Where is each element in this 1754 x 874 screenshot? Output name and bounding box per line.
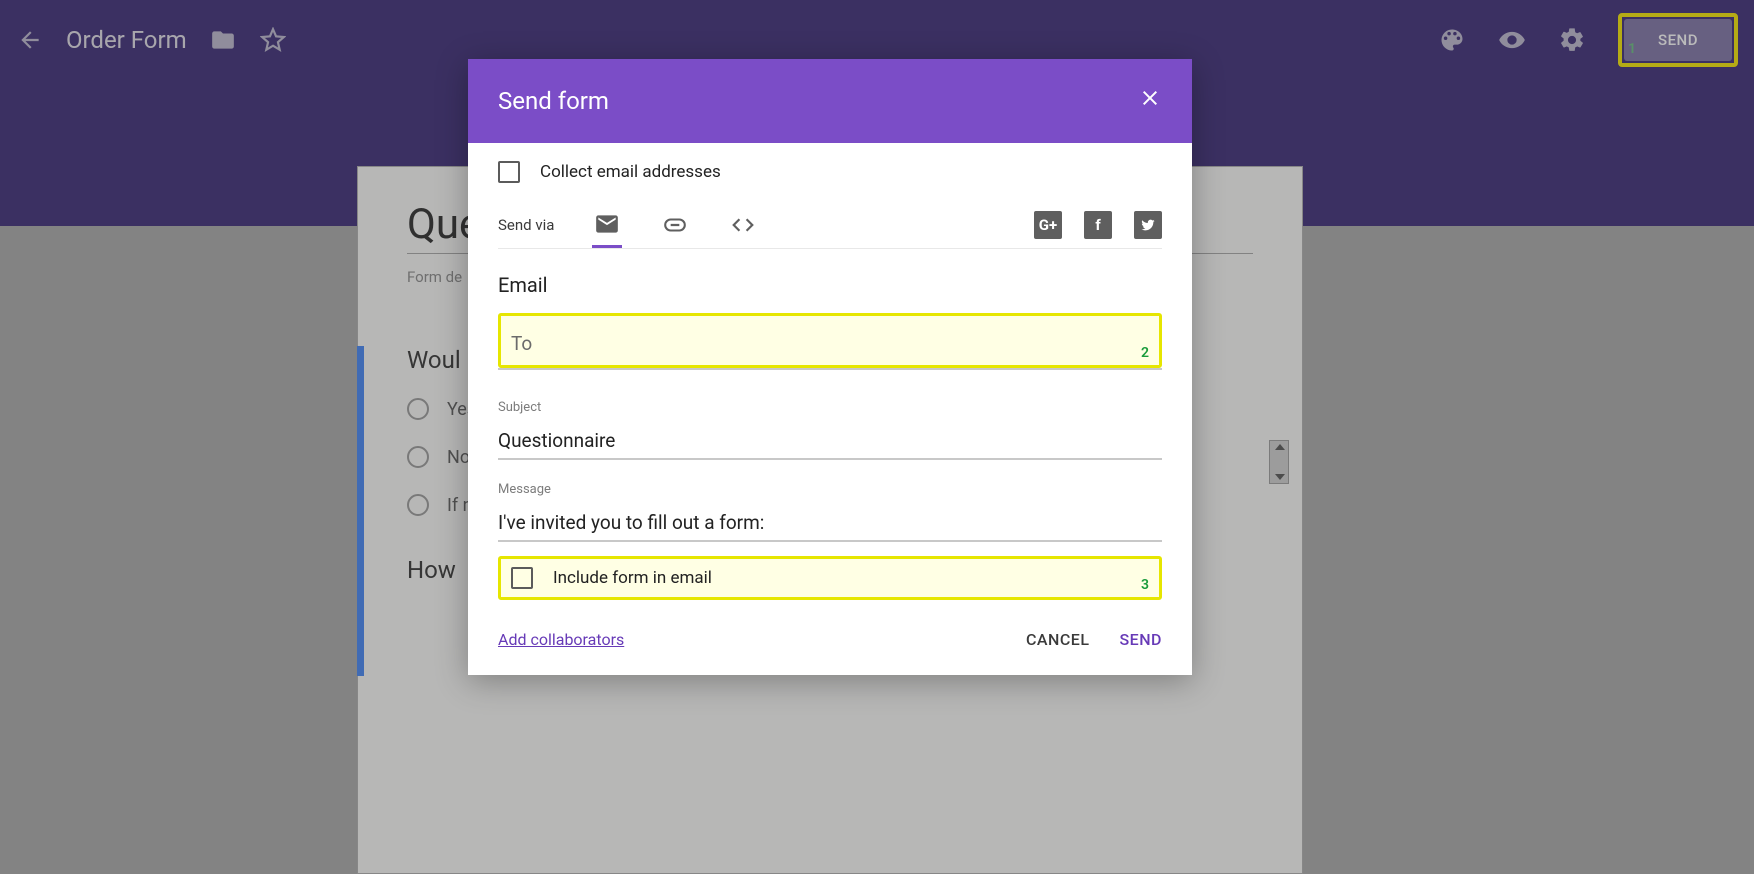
footer-buttons: CANCEL SEND	[1026, 630, 1162, 649]
modal-title: Send form	[498, 87, 609, 115]
send-form-modal: Send form Collect email addresses Send v…	[468, 59, 1192, 675]
send-via-label: Send via	[498, 216, 554, 234]
checkbox-icon[interactable]	[498, 161, 520, 183]
collect-emails-row[interactable]: Collect email addresses	[498, 161, 1162, 183]
social-row: G+ f	[1034, 211, 1162, 239]
annotation-3: 3	[1141, 577, 1149, 593]
add-collaborators-link[interactable]: Add collaborators	[498, 630, 624, 649]
to-input[interactable]	[511, 326, 1151, 361]
include-form-label: Include form in email	[553, 568, 712, 588]
subject-label: Subject	[498, 400, 1162, 415]
facebook-icon[interactable]: f	[1084, 211, 1112, 239]
googleplus-icon[interactable]: G+	[1034, 211, 1062, 239]
modal-footer: Add collaborators CANCEL SEND	[498, 630, 1162, 649]
to-field-highlight: 2	[498, 313, 1162, 368]
embed-icon[interactable]	[728, 210, 758, 240]
checkbox-icon[interactable]	[511, 567, 533, 589]
mail-icon[interactable]	[592, 218, 622, 248]
include-highlight: Include form in email 3	[498, 556, 1162, 600]
divider	[498, 368, 1162, 370]
include-form-row[interactable]: Include form in email	[511, 567, 1149, 589]
message-field: Message	[498, 482, 1162, 542]
email-heading: Email	[498, 273, 1162, 297]
modal-send-button[interactable]: SEND	[1119, 630, 1162, 649]
send-via-row: Send via G+ f	[498, 201, 1162, 249]
cancel-button[interactable]: CANCEL	[1026, 630, 1090, 649]
annotation-2: 2	[1141, 345, 1149, 361]
send-via-left: Send via	[498, 210, 758, 240]
subject-field: Subject	[498, 400, 1162, 460]
link-icon[interactable]	[660, 210, 690, 240]
close-icon[interactable]	[1138, 86, 1162, 117]
twitter-icon[interactable]	[1134, 211, 1162, 239]
modal-body: Collect email addresses Send via G+ f	[468, 143, 1192, 675]
message-label: Message	[498, 482, 1162, 497]
modal-header: Send form	[468, 59, 1192, 143]
subject-input[interactable]	[498, 423, 1162, 460]
collect-emails-label: Collect email addresses	[540, 162, 721, 182]
message-input[interactable]	[498, 505, 1162, 542]
